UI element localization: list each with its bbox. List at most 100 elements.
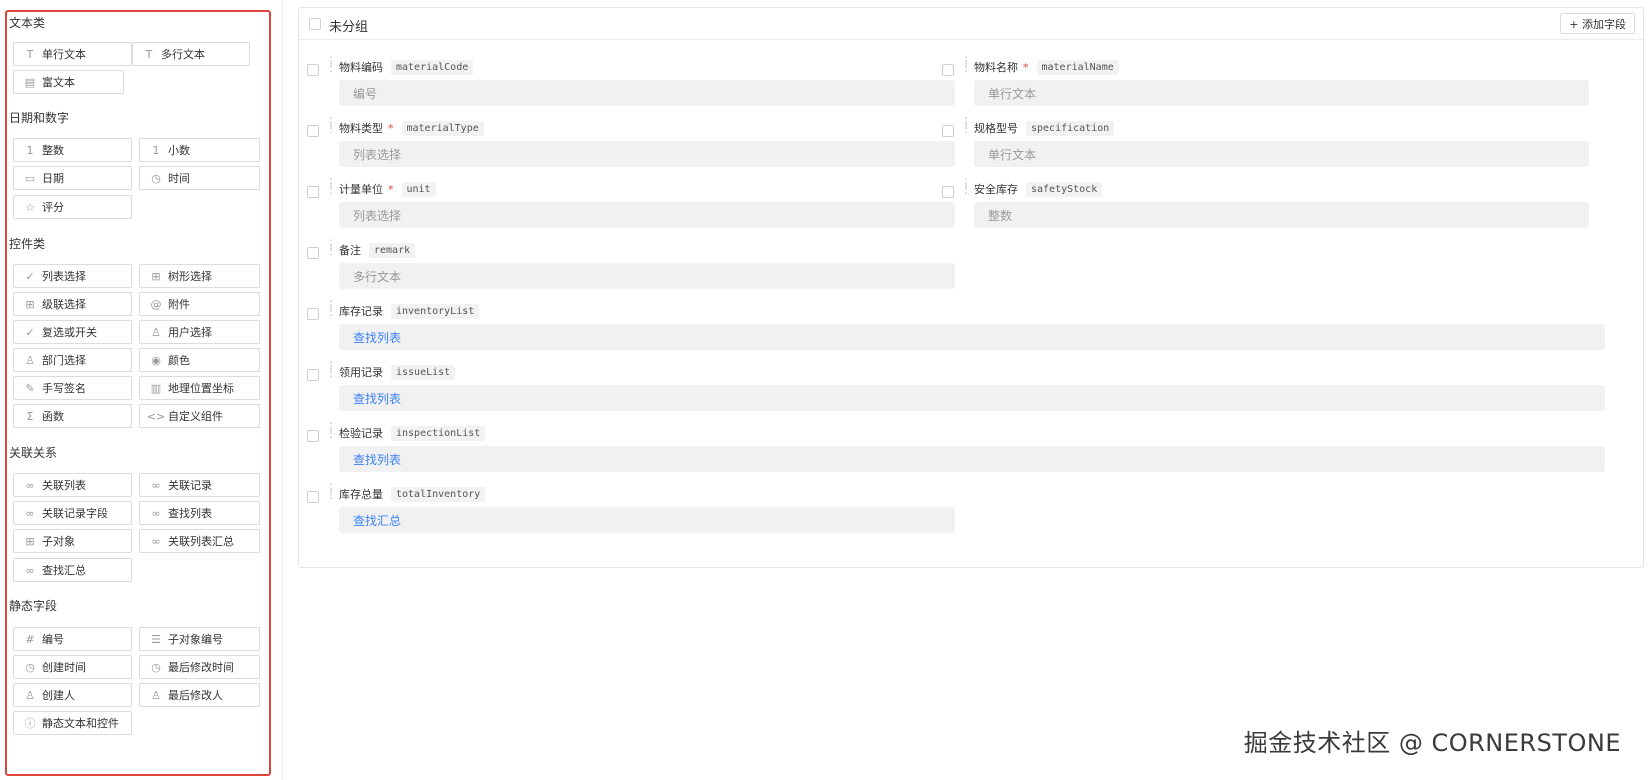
palette-item-static-text-control[interactable]: ⓘ 静态文本和控件 (13, 711, 132, 735)
palette-item-label: 关联列表汇总 (168, 535, 234, 548)
palette-item-label: 时间 (168, 172, 190, 185)
palette-item-function[interactable]: Σ 函数 (13, 404, 132, 428)
palette-item-rating[interactable]: ☆ 评分 (13, 195, 132, 219)
hash-icon: # (25, 632, 35, 646)
palette-item-single-line-text[interactable]: T 单行文本 (13, 42, 132, 66)
palette-item-department-select[interactable]: ♙ 部门选择 (13, 348, 132, 372)
palette-item-related-list[interactable]: ∞ 关联列表 (13, 473, 132, 497)
drag-handle-icon[interactable]: ⋮ ⋮ (960, 177, 972, 195)
form-field-safetyStock[interactable]: ⋮ ⋮ 安全库存 safetyStock 整数 (942, 176, 1592, 236)
form-field-unit[interactable]: ⋮ ⋮ 计量单位 * unit 列表选择 (307, 176, 955, 236)
field-checkbox[interactable] (942, 186, 954, 198)
palette-item-label: 附件 (168, 298, 190, 311)
form-field-materialType[interactable]: ⋮ ⋮ 物料类型 * materialType 列表选择 (307, 115, 955, 175)
palette-item-user-select[interactable]: ♙ 用户选择 (139, 320, 260, 344)
palette-item-label: 子对象 (42, 535, 75, 548)
document-icon: ▤ (24, 75, 36, 89)
drag-handle-icon[interactable]: ⋮ ⋮ (960, 116, 972, 134)
palette-item-time[interactable]: ◷ 时间 (139, 166, 260, 190)
field-code: safetyStock (1026, 181, 1103, 197)
field-checkbox[interactable] (307, 308, 319, 320)
palette-item-multi-line-text[interactable]: T 多行文本 (132, 42, 250, 66)
form-field-remark[interactable]: ⋮ ⋮ 备注 remark 多行文本 (307, 237, 955, 297)
palette-item-signature[interactable]: ✎ 手写签名 (13, 376, 132, 400)
field-checkbox[interactable] (307, 491, 319, 503)
palette-item-rich-text[interactable]: ▤ 富文本 (13, 70, 124, 94)
form-field-totalInventory[interactable]: ⋮ ⋮ 库存总量 totalInventory 查找汇总 (307, 481, 955, 541)
palette-item-serial-number[interactable]: # 编号 (13, 627, 132, 651)
field-checkbox[interactable] (307, 247, 319, 259)
field-label: 物料名称 * materialName (974, 59, 1119, 75)
palette-item-decimal[interactable]: 1 小数 (139, 138, 260, 162)
field-placeholder[interactable]: 查找列表 (339, 446, 1605, 472)
drag-handle-icon[interactable]: ⋮ ⋮ (325, 421, 337, 439)
palette-item-attachment[interactable]: @ 附件 (139, 292, 260, 316)
form-field-materialCode[interactable]: ⋮ ⋮ 物料编码 materialCode 编号 (307, 54, 955, 114)
form-field-inspectionList[interactable]: ⋮ ⋮ 检验记录 inspectionList 查找列表 (307, 420, 1605, 480)
field-checkbox[interactable] (307, 369, 319, 381)
drag-handle-icon[interactable]: ⋮ ⋮ (325, 55, 337, 73)
field-placeholder[interactable]: 单行文本 (974, 141, 1589, 167)
palette-item-creator[interactable]: ♙ 创建人 (13, 683, 132, 707)
user-icon: ♙ (151, 688, 161, 702)
palette-item-date[interactable]: ▭ 日期 (13, 166, 132, 190)
drag-handle-icon[interactable]: ⋮ ⋮ (960, 55, 972, 73)
field-placeholder[interactable]: 查找列表 (339, 385, 1605, 411)
add-field-button[interactable]: + 添加字段 (1560, 13, 1635, 34)
palette-item-label: 查找列表 (168, 507, 212, 520)
drag-handle-icon[interactable]: ⋮ ⋮ (325, 116, 337, 134)
field-placeholder[interactable]: 列表选择 (339, 202, 955, 228)
drag-handle-icon[interactable]: ⋮ ⋮ (325, 360, 337, 378)
field-checkbox[interactable] (307, 125, 319, 137)
palette-item-cascade-select[interactable]: ⊞ 级联选择 (13, 292, 132, 316)
field-checkbox[interactable] (307, 64, 319, 76)
field-checkbox[interactable] (307, 430, 319, 442)
palette-item-geo-location[interactable]: ▥ 地理位置坐标 (139, 376, 260, 400)
palette-item-checkbox-switch[interactable]: ✓ 复选或开关 (13, 320, 132, 344)
field-placeholder[interactable]: 列表选择 (339, 141, 955, 167)
palette-item-label: 多行文本 (161, 48, 205, 61)
form-field-issueList[interactable]: ⋮ ⋮ 领用记录 issueList 查找列表 (307, 359, 1605, 419)
drag-handle-icon[interactable]: ⋮ ⋮ (325, 482, 337, 500)
form-field-specification[interactable]: ⋮ ⋮ 规格型号 specification 单行文本 (942, 115, 1592, 175)
palette-item-related-record-field[interactable]: ∞ 关联记录字段 (13, 501, 132, 525)
field-placeholder[interactable]: 单行文本 (974, 80, 1589, 106)
form-field-materialName[interactable]: ⋮ ⋮ 物料名称 * materialName 单行文本 (942, 54, 1592, 114)
palette-item-modifier[interactable]: ♙ 最后修改人 (139, 683, 260, 707)
map-icon: ▥ (150, 381, 162, 395)
field-label: 计量单位 * unit (339, 181, 436, 197)
palette-item-custom-component[interactable]: <> 自定义组件 (139, 404, 260, 428)
palette-item-created-time[interactable]: ◷ 创建时间 (13, 655, 132, 679)
star-icon: ☆ (25, 200, 35, 214)
form-field-inventoryList[interactable]: ⋮ ⋮ 库存记录 inventoryList 查找列表 (307, 298, 1605, 358)
palette-item-modified-time[interactable]: ◷ 最后修改时间 (139, 655, 260, 679)
drag-handle-icon[interactable]: ⋮ ⋮ (325, 177, 337, 195)
palette-item-label: 列表选择 (42, 270, 86, 283)
field-placeholder[interactable]: 整数 (974, 202, 1589, 228)
palette-item-list-select[interactable]: ✓ 列表选择 (13, 264, 132, 288)
field-checkbox[interactable] (942, 64, 954, 76)
palette-item-lookup-list[interactable]: ∞ 查找列表 (139, 501, 260, 525)
field-checkbox[interactable] (307, 186, 319, 198)
group-checkbox[interactable] (309, 18, 321, 30)
palette-item-related-list-summary[interactable]: ∞ 关联列表汇总 (139, 529, 260, 553)
link-icon: ∞ (25, 563, 35, 577)
field-placeholder[interactable]: 多行文本 (339, 263, 955, 289)
palette-item-integer[interactable]: 1 整数 (13, 138, 132, 162)
field-code: inspectionList (391, 425, 486, 441)
field-placeholder[interactable]: 编号 (339, 80, 955, 106)
drag-handle-icon[interactable]: ⋮ ⋮ (325, 238, 337, 256)
field-placeholder[interactable]: 查找列表 (339, 324, 1605, 350)
palette-item-color[interactable]: ◉ 颜色 (139, 348, 260, 372)
section-title-relations: 关联关系 (9, 446, 58, 460)
field-placeholder[interactable]: 查找汇总 (339, 507, 955, 533)
drag-handle-icon[interactable]: ⋮ ⋮ (325, 299, 337, 317)
field-label: 库存记录 inventoryList (339, 303, 480, 319)
palette-item-sub-object-number[interactable]: ☰ 子对象编号 (139, 627, 260, 651)
palette-item-sub-object[interactable]: ⊞ 子对象 (13, 529, 132, 553)
palette-item-lookup-summary[interactable]: ∞ 查找汇总 (13, 558, 132, 582)
palette-item-related-record[interactable]: ∞ 关联记录 (139, 473, 260, 497)
palette-item-tree-select[interactable]: ⊞ 树形选择 (139, 264, 260, 288)
field-label: 领用记录 issueList (339, 364, 456, 380)
field-checkbox[interactable] (942, 125, 954, 137)
